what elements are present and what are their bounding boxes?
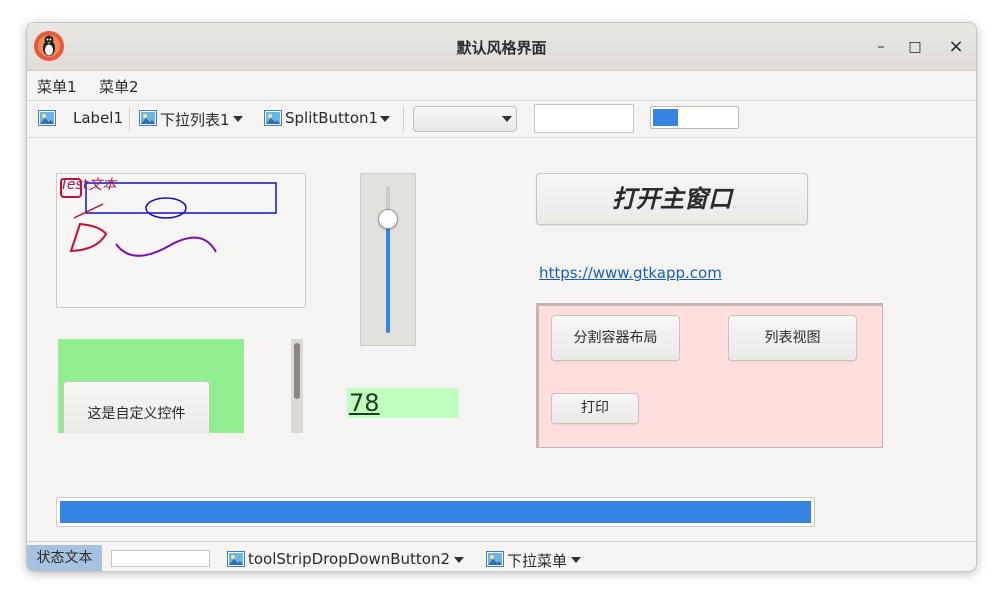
slider-fill	[386, 218, 390, 333]
minimize-icon[interactable]: –	[870, 36, 892, 58]
chevron-down-icon	[502, 116, 512, 122]
toolbar-progress-fill	[653, 109, 678, 126]
image-icon	[486, 551, 504, 567]
toolbar-separator	[403, 106, 404, 132]
app-window: 默认风格界面 – □ × 菜单1 菜单2 Label1 下拉列表1 SplitB…	[26, 22, 977, 572]
status-dropdown-button-2-label: toolStripDropDownButton2	[248, 550, 451, 568]
canvas-text: Test文本	[60, 177, 117, 193]
vertical-slider[interactable]	[360, 173, 416, 346]
toolbar: Label1 下拉列表1 SplitButton1	[27, 100, 976, 138]
scrollbar-thumb[interactable]	[294, 343, 300, 399]
close-icon[interactable]: ×	[945, 36, 967, 58]
main-progress-fill	[60, 501, 811, 523]
vertical-scrollbar[interactable]	[291, 339, 303, 433]
image-icon	[139, 110, 157, 126]
print-button[interactable]: 打印	[551, 393, 639, 424]
numeric-display: 78	[347, 388, 459, 418]
toolbar-progress-bar	[650, 106, 739, 129]
website-link[interactable]: https://www.gtkapp.com	[539, 264, 722, 282]
split-button-1-label: SplitButton1	[285, 109, 379, 127]
chevron-down-icon	[233, 116, 243, 122]
toolbar-combobox[interactable]	[413, 106, 517, 132]
image-icon	[264, 110, 282, 126]
numeric-value: 78	[349, 389, 380, 417]
window-title: 默认风格界面	[456, 39, 547, 57]
status-text: 状态文本	[27, 545, 102, 571]
status-dropdown-menu-label: 下拉菜单	[507, 552, 568, 570]
drawing-canvas: Test文本	[56, 173, 306, 308]
custom-control[interactable]: 这是自定义控件	[63, 381, 210, 433]
slider-handle[interactable]	[378, 209, 398, 230]
image-icon	[38, 110, 56, 126]
status-bar: 状态文本 toolStripDropDownButton2 下拉菜单	[27, 541, 976, 571]
toolbar-label1: Label1	[73, 109, 124, 127]
menu-bar: 菜单1 菜单2	[27, 71, 976, 99]
chevron-down-icon	[454, 557, 464, 563]
main-progress-bar	[56, 497, 815, 527]
layout-panel: 分割容器布局 列表视图 打印	[536, 303, 883, 448]
custom-control-area: 这是自定义控件	[58, 339, 244, 433]
status-text-input[interactable]	[111, 550, 210, 567]
chevron-down-icon[interactable]	[380, 116, 390, 122]
maximize-icon[interactable]: □	[904, 36, 926, 58]
chevron-down-icon	[571, 557, 581, 563]
menu-item-2[interactable]: 菜单2	[99, 76, 139, 97]
menu-item-1[interactable]: 菜单1	[37, 76, 77, 97]
image-icon	[227, 551, 245, 567]
toolbar-text-input[interactable]	[534, 104, 634, 133]
split-layout-button[interactable]: 分割容器布局	[551, 315, 680, 361]
title-bar: 默认风格界面 – □ ×	[27, 23, 976, 71]
list-view-button[interactable]: 列表视图	[728, 315, 857, 361]
toolbar-separator	[129, 106, 130, 132]
open-main-window-button[interactable]: 打开主窗口	[536, 173, 808, 225]
dropdown-button-1-label: 下拉列表1	[160, 111, 230, 129]
